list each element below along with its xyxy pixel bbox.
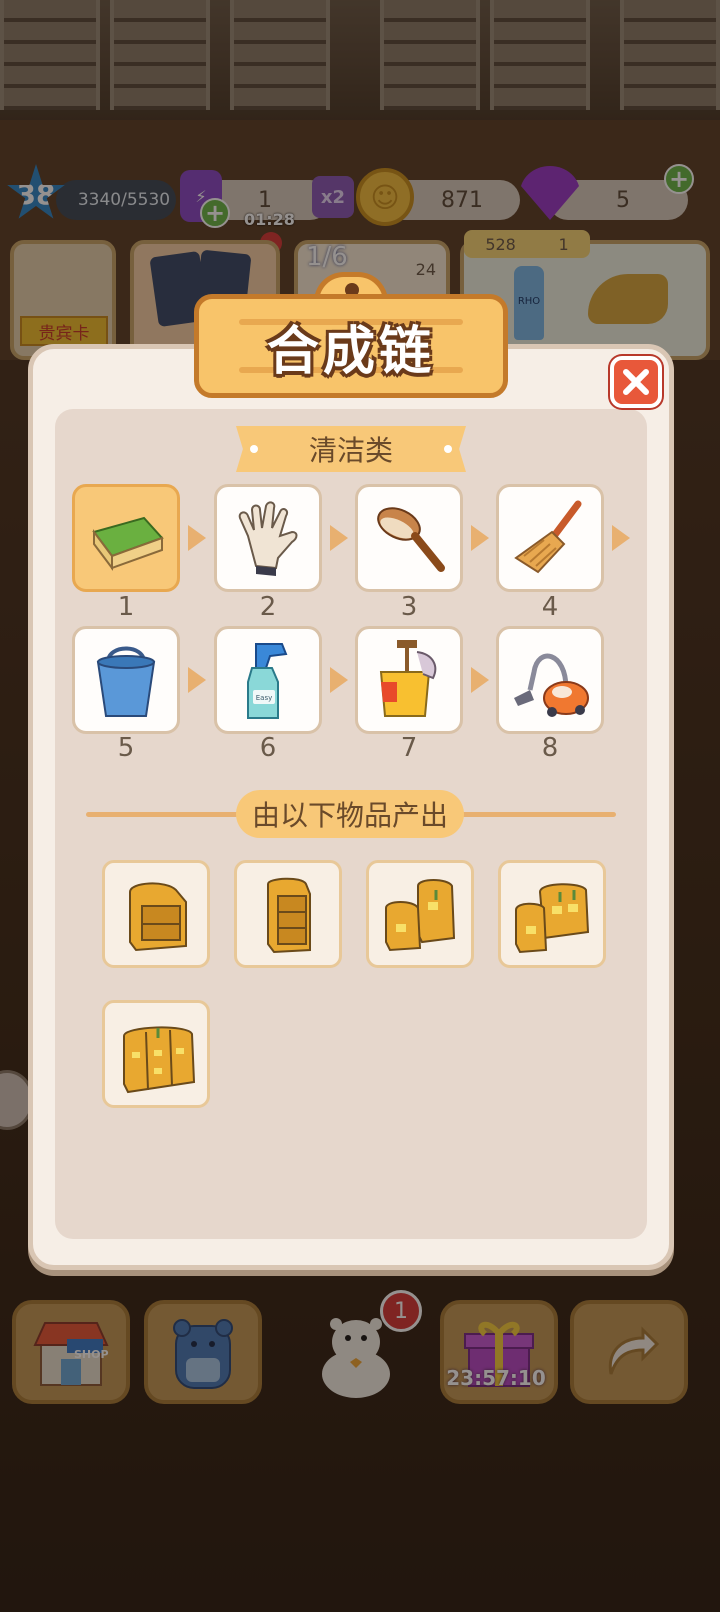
ribbon-dot: [444, 445, 452, 453]
chain-number: 8: [541, 733, 559, 763]
bucket-icon: [96, 646, 156, 717]
chain-item-2[interactable]: [214, 484, 322, 592]
mop-bucket-icon: [379, 640, 437, 717]
wide-shelf-icon: [515, 883, 590, 954]
spray-label: Easy: [256, 694, 273, 702]
chain-item-4[interactable]: [496, 484, 604, 592]
sources-title: 由以下物品产出: [236, 790, 464, 838]
chain-number: 3: [400, 592, 418, 622]
chain-item-7[interactable]: [355, 626, 463, 734]
chain-arrow: [330, 525, 348, 551]
chain-item-6[interactable]: Easy: [214, 626, 322, 734]
source-item-5[interactable]: [102, 1000, 210, 1108]
broom-icon: [514, 500, 582, 574]
category-ribbon: 清洁类: [236, 426, 466, 472]
source-item-4[interactable]: [498, 860, 606, 968]
glove-icon: [238, 501, 298, 576]
sources-title-text: 由以下物品产出: [251, 799, 448, 832]
chain-arrow: [471, 525, 489, 551]
close-icon: [623, 369, 649, 395]
chain-item-1[interactable]: [72, 484, 180, 592]
cabinet-shelf-icon: [123, 1026, 196, 1094]
small-shelf-icon: [129, 882, 187, 952]
source-item-3[interactable]: [366, 860, 474, 968]
double-shelf-icon: [385, 879, 456, 952]
dialog-title-plaque: 合成链: [194, 294, 508, 398]
ribbon-dot: [250, 445, 258, 453]
chain-item-3[interactable]: [355, 484, 463, 592]
chain-number: 7: [400, 733, 418, 763]
sponge-icon: [92, 516, 164, 571]
spray-bottle-icon: Easy: [247, 643, 288, 719]
chain-number: 2: [259, 592, 277, 622]
source-item-1[interactable]: [102, 860, 210, 968]
chain-arrow: [188, 525, 206, 551]
close-button[interactable]: [610, 356, 662, 408]
chain-arrow: [188, 667, 206, 693]
category-title: 清洁类: [308, 434, 393, 467]
chain-number: 5: [117, 733, 135, 763]
chain-arrow: [612, 525, 630, 551]
chain-number: 4: [541, 592, 559, 622]
vacuum-cleaner-icon: [514, 653, 589, 717]
chain-arrow: [330, 667, 348, 693]
chain-number: 1: [117, 592, 135, 622]
chain-arrow: [471, 667, 489, 693]
source-item-2[interactable]: [234, 860, 342, 968]
chain-number: 6: [259, 733, 277, 763]
chain-item-5[interactable]: [72, 626, 180, 734]
chain-item-8[interactable]: [496, 626, 604, 734]
dialog-title: 合成链: [266, 321, 435, 382]
brush-icon: [377, 507, 445, 572]
tall-shelf-icon: [267, 877, 311, 954]
